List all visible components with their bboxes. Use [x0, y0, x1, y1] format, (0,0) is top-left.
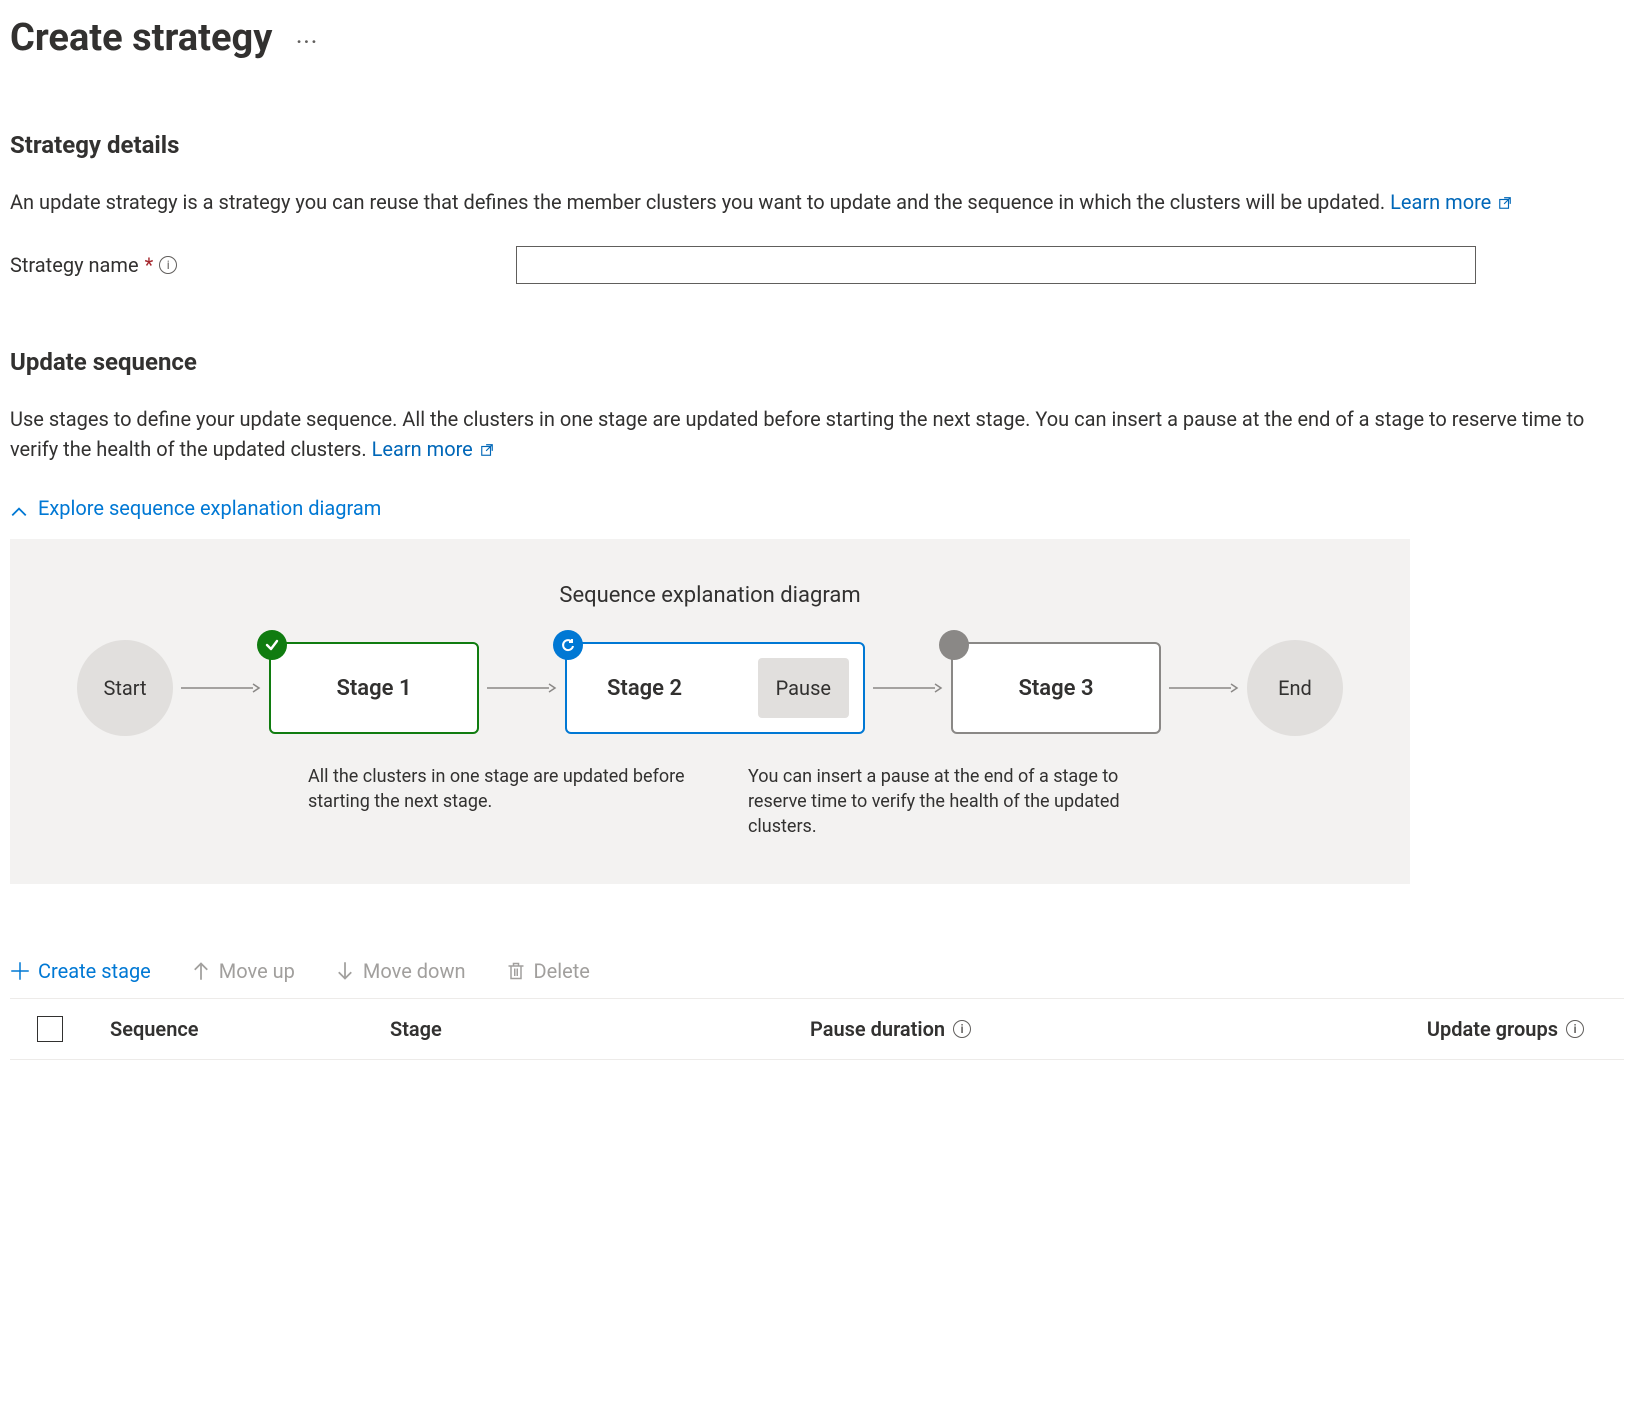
strategy-name-input[interactable]: [516, 246, 1476, 284]
update-sequence-heading: Update sequence: [10, 344, 1624, 380]
arrow-icon: [1161, 681, 1247, 695]
arrow-up-icon: [191, 961, 211, 981]
arrow-icon: [479, 681, 565, 695]
update-sequence-description: Use stages to define your update sequenc…: [10, 404, 1610, 465]
info-icon[interactable]: i: [953, 1020, 971, 1038]
move-down-button[interactable]: Move down: [335, 956, 466, 986]
select-all-checkbox[interactable]: [37, 1016, 63, 1042]
arrow-icon: [173, 681, 269, 695]
diagram-start-node: Start: [77, 640, 173, 736]
more-actions-button[interactable]: ···: [296, 21, 318, 56]
plus-icon: [10, 961, 30, 981]
check-icon: [257, 630, 287, 660]
create-stage-button[interactable]: Create stage: [10, 956, 151, 986]
sequence-diagram-expander[interactable]: Explore sequence explanation diagram: [10, 493, 1624, 523]
diagram-pause-chip: Pause: [758, 658, 849, 718]
required-indicator: *: [145, 250, 154, 280]
diagram-caption-1: All the clusters in one stage are update…: [308, 764, 688, 840]
stages-table-header: Sequence Stage Pause duration i Update g…: [10, 998, 1624, 1060]
learn-more-link-details[interactable]: Learn more: [1390, 190, 1512, 214]
strategy-details-heading: Strategy details: [10, 127, 1624, 163]
arrow-icon: [865, 681, 951, 695]
diagram-stage-3: Stage 3: [951, 642, 1161, 734]
column-pause-duration[interactable]: Pause duration i: [810, 1014, 1230, 1044]
external-link-icon: [1498, 188, 1512, 218]
learn-more-link-sequence[interactable]: Learn more: [372, 437, 494, 461]
diagram-title: Sequence explanation diagram: [58, 579, 1362, 612]
diagram-caption-2: You can insert a pause at the end of a s…: [748, 764, 1128, 840]
page-title: Create strategy: [10, 10, 272, 67]
column-stage[interactable]: Stage: [390, 1014, 810, 1044]
delete-button[interactable]: Delete: [506, 956, 590, 986]
info-icon[interactable]: i: [159, 256, 177, 274]
move-up-button[interactable]: Move up: [191, 956, 295, 986]
arrow-down-icon: [335, 961, 355, 981]
external-link-icon: [480, 435, 494, 465]
diagram-stage-2: Stage 2 Pause: [565, 642, 865, 734]
strategy-name-label: Strategy name * i: [10, 250, 500, 280]
chevron-up-icon: [10, 499, 28, 517]
sequence-diagram-panel: Sequence explanation diagram Start Stage…: [10, 539, 1410, 884]
diagram-stage-1: Stage 1: [269, 642, 479, 734]
trash-icon: [506, 961, 526, 981]
column-sequence[interactable]: Sequence: [90, 1014, 390, 1044]
strategy-details-description: An update strategy is a strategy you can…: [10, 187, 1610, 218]
refresh-icon: [553, 630, 583, 660]
diagram-end-node: End: [1247, 640, 1343, 736]
pending-icon: [939, 630, 969, 660]
info-icon[interactable]: i: [1566, 1020, 1584, 1038]
column-update-groups[interactable]: Update groups i: [1230, 1014, 1624, 1044]
